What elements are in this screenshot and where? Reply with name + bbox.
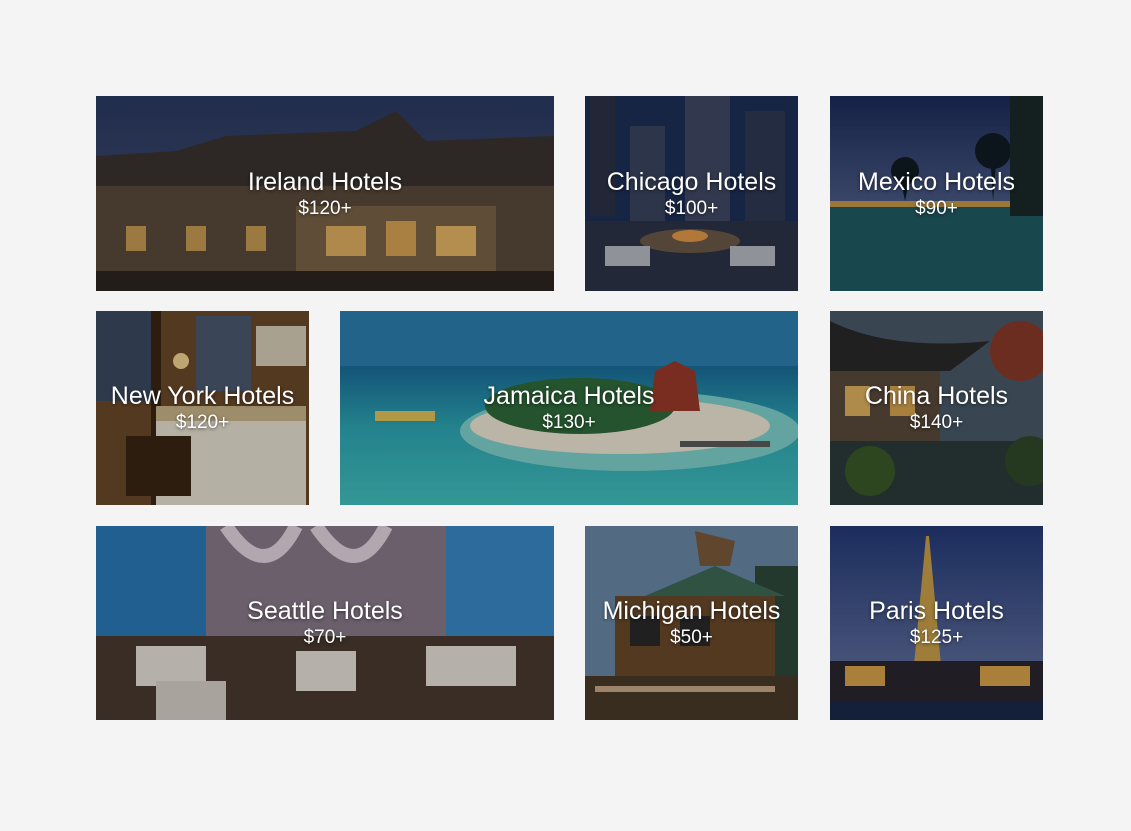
tile-caption: Paris Hotels $125+: [830, 596, 1043, 650]
tile-caption: New York Hotels $120+: [96, 381, 309, 435]
tile-price: $70+: [303, 627, 347, 648]
hotel-tile-michigan[interactable]: Michigan Hotels $50+: [585, 526, 798, 720]
tile-title: Jamaica Hotels: [483, 382, 655, 410]
tile-title: Michigan Hotels: [602, 597, 781, 625]
hotel-tile-jamaica[interactable]: Jamaica Hotels $130+: [340, 311, 798, 505]
tile-title: Paris Hotels: [869, 597, 1004, 625]
tile-title: Ireland Hotels: [247, 167, 403, 196]
tile-caption: Chicago Hotels $100+: [585, 167, 798, 221]
tile-price: $125+: [909, 627, 964, 648]
hotel-tile-new-york[interactable]: New York Hotels $120+: [96, 311, 309, 505]
tile-price: $120+: [175, 412, 230, 433]
tile-price: $120+: [298, 197, 352, 219]
tile-title: Chicago Hotels: [606, 167, 777, 196]
tile-caption: Seattle Hotels $70+: [96, 596, 554, 650]
tile-title: New York Hotels: [110, 382, 295, 410]
tile-caption: Mexico Hotels $90+: [830, 167, 1043, 221]
tile-price: $100+: [664, 197, 719, 219]
tile-caption: Michigan Hotels $50+: [585, 596, 798, 650]
tile-title: Seattle Hotels: [247, 597, 403, 625]
hotel-tile-chicago[interactable]: Chicago Hotels $100+: [585, 96, 798, 291]
tile-price: $130+: [542, 412, 596, 433]
hotel-tile-mexico[interactable]: Mexico Hotels $90+: [830, 96, 1043, 291]
tile-title: Mexico Hotels: [858, 167, 1015, 196]
tile-price: $90+: [915, 197, 958, 219]
tile-title: China Hotels: [864, 382, 1009, 410]
hotel-tile-seattle[interactable]: Seattle Hotels $70+: [96, 526, 554, 720]
tile-caption: Ireland Hotels $120+: [96, 167, 554, 221]
hotel-tile-paris[interactable]: Paris Hotels $125+: [830, 526, 1043, 720]
hotel-tile-ireland[interactable]: Ireland Hotels $120+: [96, 96, 554, 291]
tile-caption: China Hotels $140+: [830, 381, 1043, 435]
tile-price: $50+: [670, 627, 713, 648]
tile-caption: Jamaica Hotels $130+: [340, 381, 798, 435]
hotel-tile-china[interactable]: China Hotels $140+: [830, 311, 1043, 505]
tile-price: $140+: [909, 412, 964, 433]
